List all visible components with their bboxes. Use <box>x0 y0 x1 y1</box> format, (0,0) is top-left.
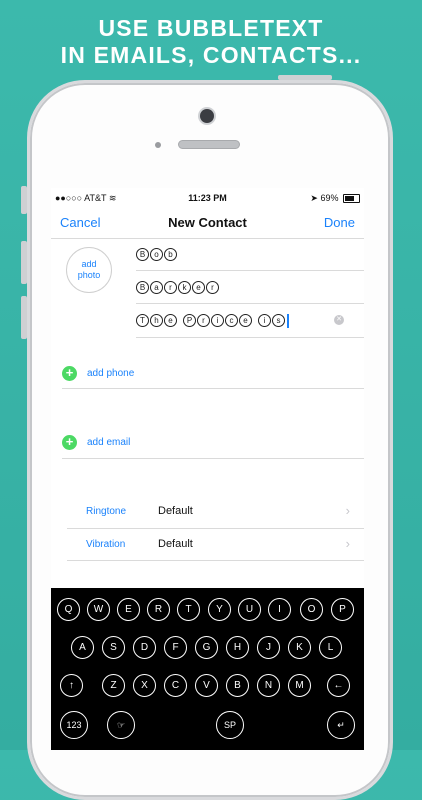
add-email-label: add email <box>87 437 131 448</box>
bubble-char: a <box>150 281 163 294</box>
bubble-char: k <box>178 281 191 294</box>
bubble-char: i <box>258 314 271 327</box>
status-bar: ●●○○○ AT&T ≋ 11:23 PM ➤ 69% <box>51 188 364 208</box>
backspace-key[interactable]: ← <box>327 674 350 697</box>
key-u[interactable]: U <box>238 598 261 621</box>
key-t[interactable]: T <box>177 598 200 621</box>
bubble-char: B <box>136 248 149 261</box>
key-y[interactable]: Y <box>208 598 231 621</box>
plus-icon: + <box>62 435 77 450</box>
last-name-field[interactable]: B a r k e r <box>136 281 219 294</box>
key-z[interactable]: Z <box>102 674 125 697</box>
key-s[interactable]: S <box>102 636 125 659</box>
key-n[interactable]: N <box>257 674 280 697</box>
divider <box>62 458 364 459</box>
add-photo-button[interactable]: add photo <box>66 247 112 293</box>
key-q[interactable]: Q <box>57 598 80 621</box>
key-f[interactable]: F <box>164 636 187 659</box>
speaker-grille <box>178 140 240 149</box>
bubble-char: e <box>239 314 252 327</box>
key-i[interactable]: I <box>268 598 291 621</box>
plus-icon: + <box>62 366 77 381</box>
bubble-char: o <box>150 248 163 261</box>
divider <box>136 303 364 304</box>
bubble-char: e <box>164 314 177 327</box>
key-a[interactable]: A <box>71 636 94 659</box>
bubble-char: r <box>206 281 219 294</box>
divider <box>51 238 364 239</box>
bubble-char: h <box>150 314 163 327</box>
key-h[interactable]: H <box>226 636 249 659</box>
sensor <box>155 142 161 148</box>
add-phone-button[interactable]: + add phone <box>62 366 134 381</box>
camera-icon <box>200 109 214 123</box>
headline-line-1: USE BUBBLETEXT <box>98 15 324 41</box>
company-field[interactable]: T h e P r i c e i s <box>136 314 289 328</box>
bubble-char: b <box>164 248 177 261</box>
bubble-char: B <box>136 281 149 294</box>
divider <box>67 560 364 561</box>
add-phone-label: add phone <box>87 368 135 379</box>
bubble-char: e <box>192 281 205 294</box>
add-email-button[interactable]: + add email <box>62 435 130 450</box>
bubble-keyboard: Q W E R T Y U I O P A S D F G H J K L ↑ … <box>51 588 364 750</box>
key-m[interactable]: M <box>288 674 311 697</box>
chevron-right-icon: › <box>345 536 350 551</box>
divider <box>67 528 364 529</box>
key-l[interactable]: L <box>319 636 342 659</box>
vibration-label: Vibration <box>86 539 126 550</box>
battery-status: ➤ 69% <box>310 193 360 204</box>
key-g[interactable]: G <box>195 636 218 659</box>
divider <box>136 337 364 338</box>
page-title: New Contact <box>168 215 247 230</box>
chevron-right-icon: › <box>345 503 350 518</box>
key-b[interactable]: B <box>226 674 249 697</box>
location-arrow-icon: ➤ <box>310 193 318 203</box>
volume-up-button <box>21 241 27 284</box>
battery-percent: 69% <box>320 193 339 203</box>
key-j[interactable]: J <box>257 636 280 659</box>
ringtone-value: Default <box>158 505 193 517</box>
divider <box>62 388 364 389</box>
bubble-char: r <box>164 281 177 294</box>
navigation-bar: Cancel New Contact Done <box>51 208 364 238</box>
ringtone-label: Ringtone <box>86 506 127 517</box>
key-d[interactable]: D <box>133 636 156 659</box>
first-name-field[interactable]: B o b <box>136 248 177 261</box>
key-p[interactable]: P <box>331 598 354 621</box>
bubble-char: i <box>211 314 224 327</box>
space-key[interactable]: SP <box>216 711 244 739</box>
battery-icon <box>343 194 360 204</box>
vibration-value: Default <box>158 538 193 550</box>
power-button <box>278 75 332 80</box>
divider <box>136 270 364 271</box>
key-x[interactable]: X <box>133 674 156 697</box>
key-w[interactable]: W <box>87 598 110 621</box>
key-k[interactable]: K <box>288 636 311 659</box>
key-e[interactable]: E <box>117 598 140 621</box>
headline-line-2: IN EMAILS, CONTACTS... <box>60 42 362 68</box>
volume-down-button <box>21 296 27 339</box>
mute-switch <box>21 186 27 214</box>
bubble-char: T <box>136 314 149 327</box>
key-v[interactable]: V <box>195 674 218 697</box>
done-button[interactable]: Done <box>324 215 355 230</box>
screen: ●●○○○ AT&T ≋ 11:23 PM ➤ 69% Cancel New C… <box>51 188 364 750</box>
return-key[interactable]: ↵ <box>327 711 355 739</box>
key-c[interactable]: C <box>164 674 187 697</box>
add-photo-label-1: add <box>81 259 97 269</box>
key-r[interactable]: R <box>147 598 170 621</box>
shift-key[interactable]: ↑ <box>60 674 83 697</box>
bubble-char: c <box>225 314 238 327</box>
bubble-char: s <box>272 314 285 327</box>
key-o[interactable]: O <box>300 598 323 621</box>
numbers-key[interactable]: 123 <box>60 711 88 739</box>
add-photo-label-2: photo <box>77 270 101 280</box>
emoji-key[interactable]: ☞ <box>107 711 135 739</box>
bubble-char: P <box>183 314 196 327</box>
text-cursor <box>287 314 289 328</box>
clear-text-icon[interactable]: ✕ <box>334 315 344 325</box>
bubble-char: r <box>197 314 210 327</box>
